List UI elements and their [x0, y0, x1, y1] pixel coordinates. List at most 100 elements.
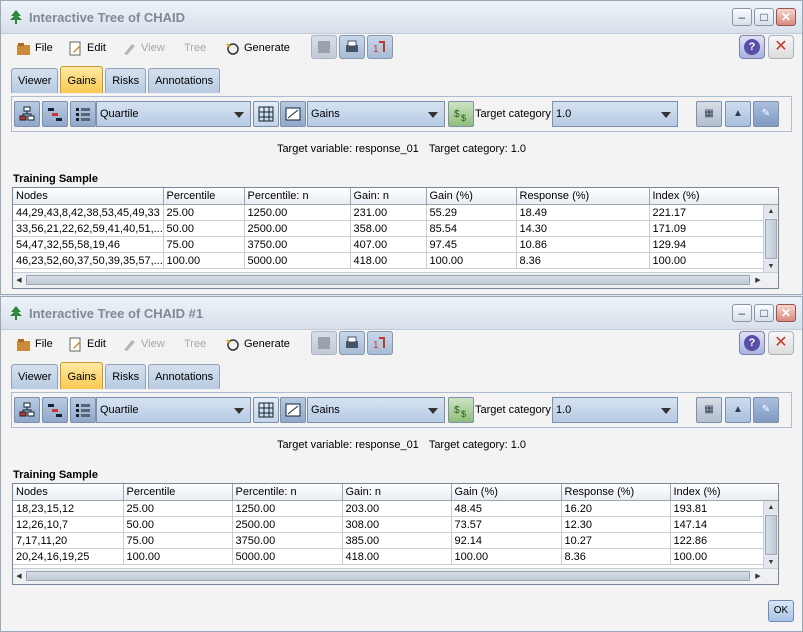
scroll-right-icon[interactable]: ▶: [752, 569, 764, 584]
grid-view-button[interactable]: [253, 101, 279, 127]
scroll-thumb[interactable]: [26, 275, 750, 285]
column-header[interactable]: Gain (%): [426, 188, 517, 205]
menu-file[interactable]: File: [16, 335, 53, 353]
column-header[interactable]: Index (%): [670, 484, 778, 501]
target-category-dropdown[interactable]: 1.0: [552, 397, 678, 423]
scroll-up-icon[interactable]: ▲: [764, 205, 778, 218]
tab-risks[interactable]: Risks: [105, 68, 147, 93]
menu-edit[interactable]: Edit: [68, 39, 106, 57]
column-header[interactable]: Percentile: n: [244, 188, 351, 205]
column-header[interactable]: Index (%): [649, 188, 778, 205]
tab-annotations[interactable]: Annotations: [148, 68, 221, 93]
edit-button[interactable]: ✎: [753, 397, 779, 423]
menu-edit[interactable]: Edit: [68, 335, 106, 353]
table-row[interactable]: 54,47,32,55,58,19,46 75.00 3750.00 407.00 97…: [13, 236, 778, 253]
table-row[interactable]: 18,23,15,12 25.00 1250.00 203.00 48.45 16.20 1…: [13, 500, 778, 517]
menu-generate[interactable]: Generate: [225, 39, 290, 57]
zoom-button[interactable]: 1: [367, 35, 393, 59]
column-header[interactable]: Response (%): [561, 484, 671, 501]
column-header[interactable]: Response (%): [516, 188, 650, 205]
gains-table: Nodes Percentile Percentile: n Gain: n Gain …: [12, 187, 779, 289]
mode-dropdown[interactable]: Gains: [307, 101, 445, 127]
zoom-button[interactable]: 1: [367, 331, 393, 355]
menu-generate[interactable]: Generate: [225, 335, 290, 353]
title-bar[interactable]: Interactive Tree of CHAID #1 – □ ✕: [1, 297, 802, 330]
table-row[interactable]: 46,23,52,60,37,50,39,35,57,... 100.00 5000…: [13, 252, 778, 269]
column-header[interactable]: Nodes: [13, 484, 124, 501]
scroll-up-icon[interactable]: ▲: [764, 501, 778, 514]
edit-button[interactable]: ✎: [753, 101, 779, 127]
column-header[interactable]: Gain: n: [350, 188, 427, 205]
horizontal-scrollbar[interactable]: ◀ ▶: [13, 272, 778, 288]
grouping-dropdown[interactable]: Quartile: [96, 397, 251, 423]
horizontal-scrollbar[interactable]: ◀ ▶: [13, 568, 778, 584]
tab-gains[interactable]: Gains: [60, 362, 104, 389]
close-window-button[interactable]: ✕: [776, 8, 796, 26]
pencil-icon: ✎: [761, 404, 771, 415]
title-bar[interactable]: Interactive Tree of CHAID – □ ✕: [1, 1, 802, 34]
column-header[interactable]: Percentile: n: [232, 484, 343, 501]
move-up-button[interactable]: ▲: [725, 397, 751, 423]
grid-view-button[interactable]: [253, 397, 279, 423]
scroll-right-icon[interactable]: ▶: [752, 273, 764, 288]
tree-view-button[interactable]: [14, 397, 40, 423]
close-dialog-button[interactable]: ✕: [768, 35, 794, 59]
menu-view[interactable]: View: [122, 39, 165, 57]
profit-button[interactable]: $ $: [448, 397, 474, 423]
scroll-thumb[interactable]: [765, 515, 777, 555]
collapse-panel-button[interactable]: ▦: [696, 101, 722, 127]
toolbar-disabled-button[interactable]: [311, 35, 337, 59]
tab-annotations[interactable]: Annotations: [148, 364, 221, 389]
vertical-scrollbar[interactable]: ▲ ▼: [763, 501, 778, 569]
profit-button[interactable]: $ $: [448, 101, 474, 127]
column-header[interactable]: Nodes: [13, 188, 164, 205]
table-view-button[interactable]: [70, 397, 96, 423]
help-button[interactable]: ?: [739, 331, 765, 355]
scroll-thumb[interactable]: [765, 219, 777, 259]
tab-gains[interactable]: Gains: [60, 66, 104, 93]
menu-tree[interactable]: Tree: [184, 39, 206, 57]
tab-viewer[interactable]: Viewer: [11, 364, 59, 389]
vertical-scrollbar[interactable]: ▲ ▼: [763, 205, 778, 273]
ok-button[interactable]: OK: [768, 600, 794, 622]
menu-file[interactable]: File: [16, 39, 53, 57]
node-list-button[interactable]: [42, 397, 68, 423]
menu-tree[interactable]: Tree: [184, 335, 206, 353]
maximize-button[interactable]: □: [754, 304, 774, 322]
tab-risks[interactable]: Risks: [105, 364, 147, 389]
scroll-thumb[interactable]: [26, 571, 750, 581]
minimize-button[interactable]: –: [732, 8, 752, 26]
scroll-left-icon[interactable]: ◀: [13, 273, 25, 288]
print-icon: [346, 40, 358, 52]
node-list-button[interactable]: [42, 101, 68, 127]
column-header[interactable]: Percentile: [123, 484, 233, 501]
column-header[interactable]: Gain: n: [342, 484, 452, 501]
collapse-panel-button[interactable]: ▦: [696, 397, 722, 423]
menu-view[interactable]: View: [122, 335, 165, 353]
table-row[interactable]: 12,26,10,7 50.00 2500.00 308.00 73.57 12.30 14…: [13, 516, 778, 533]
print-button[interactable]: [339, 35, 365, 59]
table-row[interactable]: 20,24,16,19,25 100.00 5000.00 418.00 100.00 8…: [13, 548, 778, 565]
table-row[interactable]: 33,56,21,22,62,59,41,40,51,... 50.00 2500.…: [13, 220, 778, 237]
tab-viewer[interactable]: Viewer: [11, 68, 59, 93]
column-header[interactable]: Percentile: [163, 188, 245, 205]
table-view-button[interactable]: [70, 101, 96, 127]
close-dialog-button[interactable]: ✕: [768, 331, 794, 355]
chart-view-button[interactable]: [280, 397, 306, 423]
table-row[interactable]: 44,29,43,8,42,38,53,45,49,33 25.00 1250.00…: [13, 204, 778, 221]
print-button[interactable]: [339, 331, 365, 355]
chart-view-button[interactable]: [280, 101, 306, 127]
grouping-dropdown[interactable]: Quartile: [96, 101, 251, 127]
minimize-button[interactable]: –: [732, 304, 752, 322]
help-button[interactable]: ?: [739, 35, 765, 59]
maximize-button[interactable]: □: [754, 8, 774, 26]
toolbar-disabled-button[interactable]: [311, 331, 337, 355]
table-row[interactable]: 7,17,11,20 75.00 3750.00 385.00 92.14 10.27 12…: [13, 532, 778, 549]
move-up-button[interactable]: ▲: [725, 101, 751, 127]
column-header[interactable]: Gain (%): [451, 484, 562, 501]
scroll-left-icon[interactable]: ◀: [13, 569, 25, 584]
tree-view-button[interactable]: [14, 101, 40, 127]
mode-dropdown[interactable]: Gains: [307, 397, 445, 423]
close-window-button[interactable]: ✕: [776, 304, 796, 322]
target-category-dropdown[interactable]: 1.0: [552, 101, 678, 127]
